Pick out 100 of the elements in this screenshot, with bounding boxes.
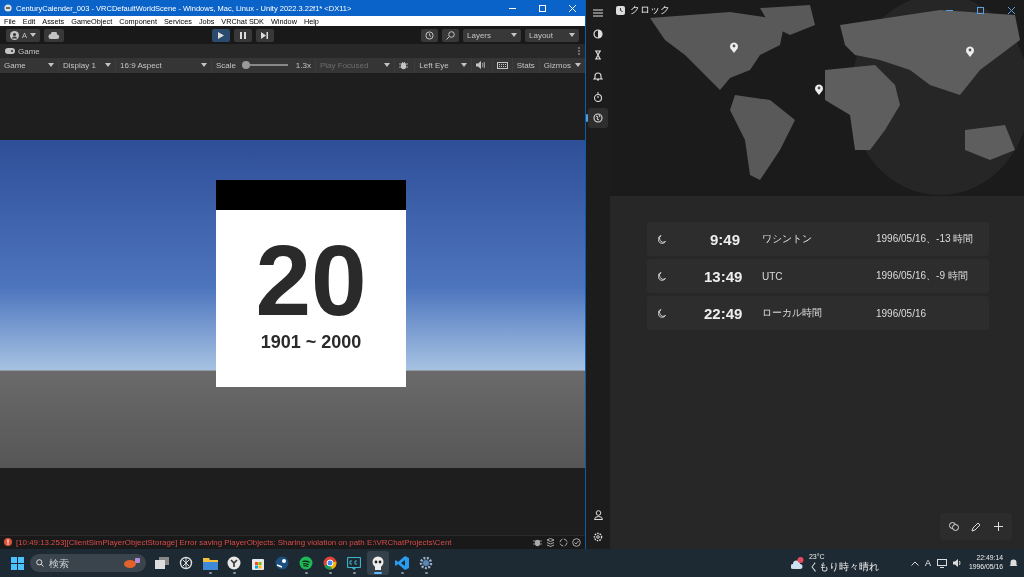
plus-icon	[993, 522, 1003, 531]
scale-label: Scale	[215, 60, 236, 70]
clocks-icon	[949, 522, 959, 531]
gear-icon[interactable]	[419, 556, 433, 570]
world-clock-card[interactable]: 22:49 ローカル時間 1996/05/16	[647, 296, 989, 330]
location-pin-icon[interactable]	[815, 84, 823, 95]
notification-icon[interactable]	[1009, 558, 1018, 568]
browser-icon[interactable]	[323, 556, 337, 570]
play-button[interactable]	[211, 28, 230, 42]
input-method-indicator[interactable]: A	[924, 558, 931, 568]
globe-icon	[593, 113, 603, 123]
hourglass-icon	[593, 50, 603, 60]
task-view-icon[interactable]	[155, 557, 169, 569]
pause-icon	[239, 31, 246, 39]
close-icon	[1007, 6, 1015, 14]
search-icon	[446, 30, 455, 40]
error-icon	[4, 538, 12, 547]
caret-icon	[30, 33, 36, 38]
focus-icon	[593, 29, 603, 39]
city-name: UTC	[762, 270, 784, 282]
maximize-icon	[538, 4, 546, 12]
captions-icon[interactable]	[347, 556, 361, 570]
moon-icon	[658, 272, 666, 281]
step-icon	[261, 31, 268, 39]
moon-icon	[658, 235, 666, 244]
folder-icon[interactable]	[202, 556, 218, 570]
menu-icon	[593, 9, 603, 17]
clock-time: 22:49	[704, 304, 740, 322]
city-name: ワシントン	[762, 232, 813, 246]
search-button[interactable]	[442, 28, 459, 42]
close-icon	[568, 4, 576, 12]
caret-icon	[47, 63, 54, 68]
cloud-icon	[48, 31, 60, 39]
search-input[interactable]: 検索	[49, 557, 119, 569]
app-logo-icon	[4, 4, 12, 12]
scale-slider-thumb[interactable]	[242, 61, 251, 70]
weather-condition: くもり時々晴れ	[808, 561, 879, 573]
caret-icon	[461, 63, 468, 68]
gamepad-icon	[5, 48, 15, 55]
keyboard-icon[interactable]	[496, 61, 508, 69]
speaker-icon[interactable]	[476, 61, 486, 70]
location-pin-icon[interactable]	[730, 42, 738, 53]
bell-icon	[593, 71, 603, 81]
moon-icon	[658, 309, 666, 318]
settings-icon	[593, 532, 603, 542]
stopwatch-icon	[593, 92, 603, 102]
skull-icon[interactable]	[371, 556, 385, 570]
play-icon	[217, 31, 224, 39]
user-icon	[10, 30, 19, 40]
monitor-icon[interactable]	[936, 558, 947, 568]
caret-icon	[105, 63, 112, 68]
caret-icon	[511, 33, 517, 38]
calendar-number: 20	[255, 229, 367, 330]
music-app-icon[interactable]	[299, 556, 313, 570]
pencil-icon	[971, 521, 981, 532]
world-clock-card[interactable]: 13:49 UTC 1996/05/16、-9 時間	[647, 259, 989, 293]
bug-icon[interactable]	[399, 60, 409, 70]
layers-dropdown[interactable]: Layers	[463, 28, 521, 42]
window-title: クロック	[630, 3, 671, 17]
sync-icon[interactable]	[559, 537, 568, 547]
game-tab[interactable]: Game	[5, 46, 40, 56]
round-app-icon[interactable]	[275, 556, 289, 570]
location-pin-icon[interactable]	[966, 46, 974, 57]
caret-icon	[384, 63, 391, 68]
caret-icon	[575, 63, 581, 68]
history-button[interactable]	[421, 28, 438, 42]
step-button[interactable]	[255, 28, 274, 42]
maximize-icon	[976, 6, 984, 14]
scale-value: 1.3x	[295, 60, 311, 70]
person-icon	[593, 510, 603, 520]
round-app-icon[interactable]	[227, 556, 241, 570]
cloud-button[interactable]	[44, 28, 64, 42]
clock-time: 9:49	[708, 230, 740, 248]
clock-date: 1996/05/16	[876, 307, 927, 319]
history-icon	[425, 30, 434, 40]
minimize-icon	[945, 9, 953, 11]
world-clock-card[interactable]: 9:49 ワシントン 1996/05/16、-13 時間	[647, 222, 989, 256]
year-range: 1901 ~ 2000	[260, 331, 362, 353]
search-icon	[36, 559, 44, 567]
code-editor-icon[interactable]	[395, 556, 409, 570]
weather-icon	[790, 557, 805, 569]
search-highlight-icon	[124, 558, 140, 568]
layout-dropdown[interactable]: Layout	[525, 28, 579, 42]
pause-button[interactable]	[233, 28, 252, 42]
stack-icon[interactable]	[546, 537, 555, 547]
knot-icon[interactable]	[179, 556, 193, 570]
nav-item[interactable]	[588, 108, 608, 128]
minimize-icon	[508, 7, 516, 9]
bug-icon[interactable]	[533, 537, 542, 547]
clock-date: 1996/05/16、-9 時間	[876, 269, 968, 283]
chevron-up-icon[interactable]	[910, 560, 919, 566]
search-box[interactable]: 検索	[30, 554, 146, 572]
windows-logo-icon	[10, 556, 24, 570]
speaker-icon[interactable]	[952, 559, 963, 567]
store-icon[interactable]	[251, 556, 265, 570]
city-name: ローカル時間	[762, 306, 823, 320]
clock-app-icon	[616, 5, 625, 15]
check-icon[interactable]	[572, 537, 581, 547]
caret-icon	[569, 33, 575, 38]
caret-icon	[200, 63, 207, 68]
